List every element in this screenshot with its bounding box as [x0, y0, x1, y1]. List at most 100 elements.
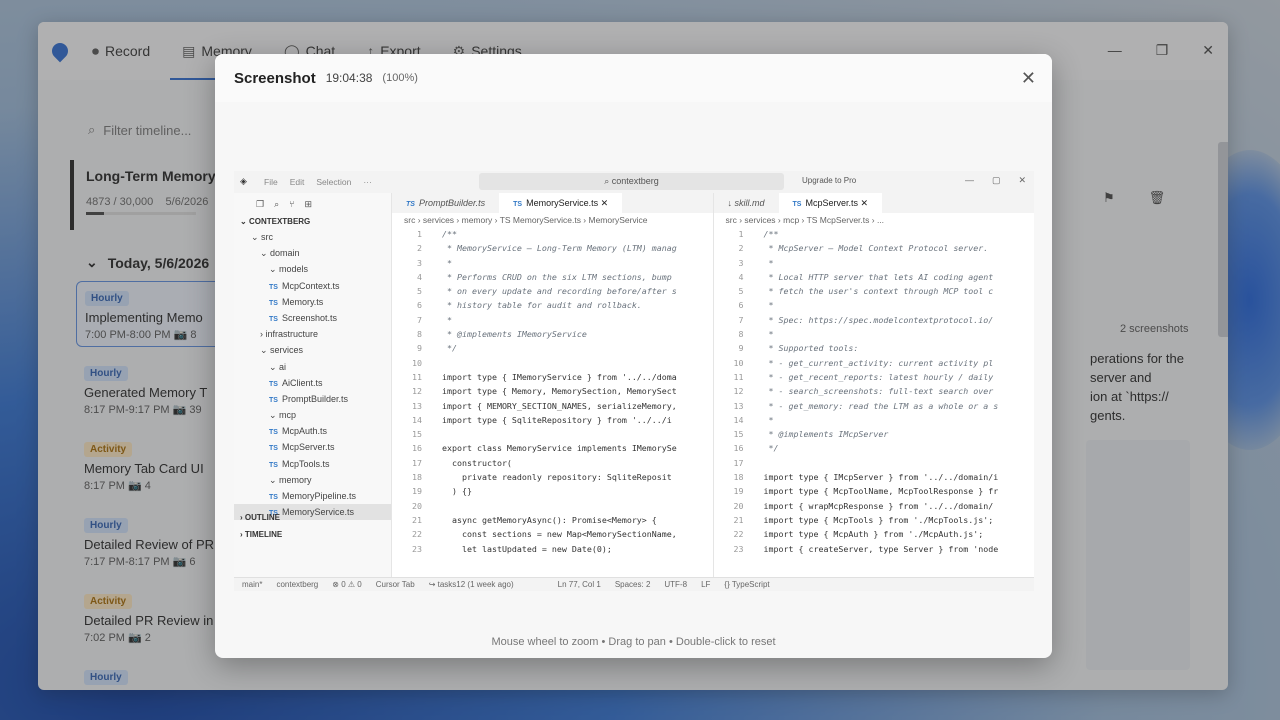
modal-title: Screenshot	[234, 69, 316, 87]
code-line: 1/**	[417, 229, 457, 239]
editor-tab-active: TS McpServer.ts ✕	[778, 193, 883, 213]
status-item: UTF-8	[664, 580, 688, 589]
code-line: 19 ) {}	[412, 486, 472, 497]
code-line: 16 export class MemoryService implements …	[412, 443, 677, 454]
editor-tab: TS PromptBuilder.ts	[406, 198, 486, 208]
status-item: {} TypeScript	[724, 580, 770, 589]
tree-item: TS MemoryPipeline.ts	[269, 491, 356, 501]
branch-icon: ⑂	[289, 199, 295, 209]
explorer-root: ⌄ CONTEXTBERG	[240, 217, 311, 226]
search-icon: ⌕	[274, 198, 280, 209]
modal-header: Screenshot 19:04:38 (100%)	[215, 54, 1052, 102]
tree-item: TS McpContext.ts	[269, 280, 340, 291]
tree-item: TS Memory.ts	[269, 296, 324, 307]
code-line: 21 import type { McpTools } from './McpTo…	[733, 514, 994, 525]
tree-item: ⌄ ai	[269, 361, 287, 372]
code-line: 9 * Supported tools:	[738, 343, 859, 354]
tree-item: TS Screenshot.ts	[269, 312, 337, 323]
code-line: 13 * - get_memory: read the LTM as a who…	[733, 400, 999, 411]
status-item: contextberg	[276, 580, 319, 589]
tree-item: TS AiClient.ts	[269, 377, 323, 388]
code-line: 23 let lastUpdated = new Date(0);	[412, 543, 612, 554]
screenshot-modal: Screenshot 19:04:38 (100%) ✕ ◈ File Edit S…	[215, 54, 1052, 658]
tree-item: TS McpTools.ts	[269, 458, 330, 469]
editor-breadcrumb: src › services › mcp › TS McpServer.ts ›…	[725, 215, 885, 225]
status-item: ↪ tasks12 (1 week ago)	[428, 580, 514, 589]
code-line: 6 * history table for audit and rollback…	[417, 300, 642, 311]
tree-item: ⌄ src	[251, 232, 274, 242]
code-line: 5 * fetch the user's context through MCP…	[738, 286, 994, 297]
code-line: 18 import type { IMcpServer } from '../..…	[733, 472, 999, 483]
editor-tab: ↓ skill.md	[727, 198, 765, 208]
code-line: 16 */	[733, 443, 779, 454]
ide-logo-icon: ◈	[240, 176, 247, 186]
code-line: 22 const sections = new Map<MemorySectio…	[412, 529, 677, 540]
tree-item: ⌄ mcp	[269, 410, 297, 421]
code-line: 10	[412, 357, 422, 368]
modal-zoom: (100%)	[382, 72, 418, 84]
code-line: 20	[412, 500, 422, 511]
code-left: 1/** 2 * MemoryService — Long-Term Memory…	[392, 227, 713, 556]
tree-item: ⌄ memory	[269, 474, 312, 485]
ide-explorer: ❐ ⌕ ⑂ ⊞ ⌄ CONTEXTBERG ⌄ src ⌄ domain ⌄ models…	[234, 193, 392, 577]
code-line: 11 import type { IMemoryService } from '.…	[412, 371, 677, 382]
code-line: 22 import type { McpAuth } from './McpAut…	[733, 529, 984, 540]
code-line: 14 *	[733, 414, 774, 425]
code-line: 3 *	[738, 257, 774, 268]
code-line: 11 * - get_recent_reports: latest hourly…	[733, 371, 994, 382]
code-line: 1/**	[738, 229, 779, 239]
ide-search: ⌕ contextberg	[479, 173, 784, 190]
ide-menu: File Edit Selection ···	[264, 177, 372, 187]
code-line: 21 async getMemoryAsync(): Promise<Memor…	[412, 514, 657, 525]
code-line: 15 * @implements IMcpServer	[733, 429, 889, 440]
explorer-toolbar: ❐ ⌕ ⑂ ⊞	[234, 193, 391, 215]
ide-editor-left: TS PromptBuilder.ts TS MemoryService.ts ✕ …	[392, 193, 714, 577]
tree-item: TS McpAuth.ts	[269, 426, 327, 437]
timeline-section: › TIMELINE	[240, 530, 283, 539]
code-line: 12 import type { Memory, MemorySection, M…	[412, 386, 677, 397]
status-item: Spaces: 2	[614, 580, 651, 589]
files-icon: ❐	[256, 198, 265, 209]
code-line: 6 *	[738, 300, 774, 311]
tree-item: ⌄ services	[260, 345, 304, 356]
tree-item: TS McpServer.ts	[269, 442, 335, 453]
code-line: 2 * McpServer — Model Context Protocol s…	[738, 243, 989, 254]
modal-footer-hint: Mouse wheel to zoom • Drag to pan • Doub…	[491, 636, 776, 648]
tree-item: TS PromptBuilder.ts	[269, 393, 348, 404]
code-line: 7 *	[417, 314, 452, 325]
code-line: 23 import { createServer, type Server } f…	[733, 543, 999, 554]
tree-item: › infrastructure	[260, 329, 319, 340]
ide-titlebar: ◈ File Edit Selection ··· ⌕ contextberg Upg…	[234, 171, 1034, 193]
extensions-icon: ⊞	[304, 198, 313, 209]
ide-upgrade: Upgrade to Pro	[802, 176, 857, 185]
ide-editor-right: ↓ skill.md TS McpServer.ts ✕ src › servic…	[713, 193, 1035, 577]
editor-tabs-right: ↓ skill.md TS McpServer.ts ✕	[713, 193, 1034, 213]
code-right: 1/** 2 * McpServer — Model Context Protoc…	[714, 227, 1035, 556]
code-line: 3 *	[417, 257, 452, 268]
code-line: 9 */	[417, 343, 457, 354]
code-line: 13 import { MEMORY_SECTION_NAMES, seriali…	[412, 400, 677, 411]
status-item: Cursor Tab	[375, 580, 415, 589]
code-line: 4 * Local HTTP server that lets AI codin…	[738, 271, 994, 282]
status-item: LF	[701, 580, 711, 589]
code-line: 17 constructor(	[412, 457, 512, 468]
code-line: 17	[733, 457, 744, 468]
outline-section: › OUTLINE	[240, 513, 280, 522]
status-item: main*	[242, 580, 263, 589]
code-line: 7 * Spec: https://spec.modelcontextproto…	[738, 314, 994, 325]
code-line: 18 private readonly repository: SqliteRe…	[412, 472, 672, 483]
code-line: 10 * - get_current_activity: current act…	[733, 357, 994, 368]
code-line: 20 import { wrapMcpResponse } from '../..…	[733, 500, 994, 511]
status-item: ⊗ 0 ⚠ 0	[332, 580, 362, 589]
modal-time: 19:04:38	[325, 71, 373, 85]
editor-breadcrumb: src › services › memory › TS MemoryServi…	[404, 215, 648, 225]
ide-window-controls: — ▢ ✕	[964, 175, 1026, 185]
code-line: 2 * MemoryService — Long-Term Memory (LT…	[417, 243, 677, 254]
close-icon[interactable]: ✕	[1021, 68, 1036, 89]
code-line: 19 import type { McpToolName, McpToolResp…	[733, 486, 999, 497]
editor-tab-active: TS MemoryService.ts ✕	[499, 193, 623, 213]
code-line: 8 *	[738, 329, 774, 340]
screenshot-image[interactable]: ◈ File Edit Selection ··· ⌕ contextberg Upg…	[234, 171, 1034, 591]
tree-item: ⌄ models	[269, 264, 309, 275]
status-item: Ln 77, Col 1	[557, 580, 601, 589]
